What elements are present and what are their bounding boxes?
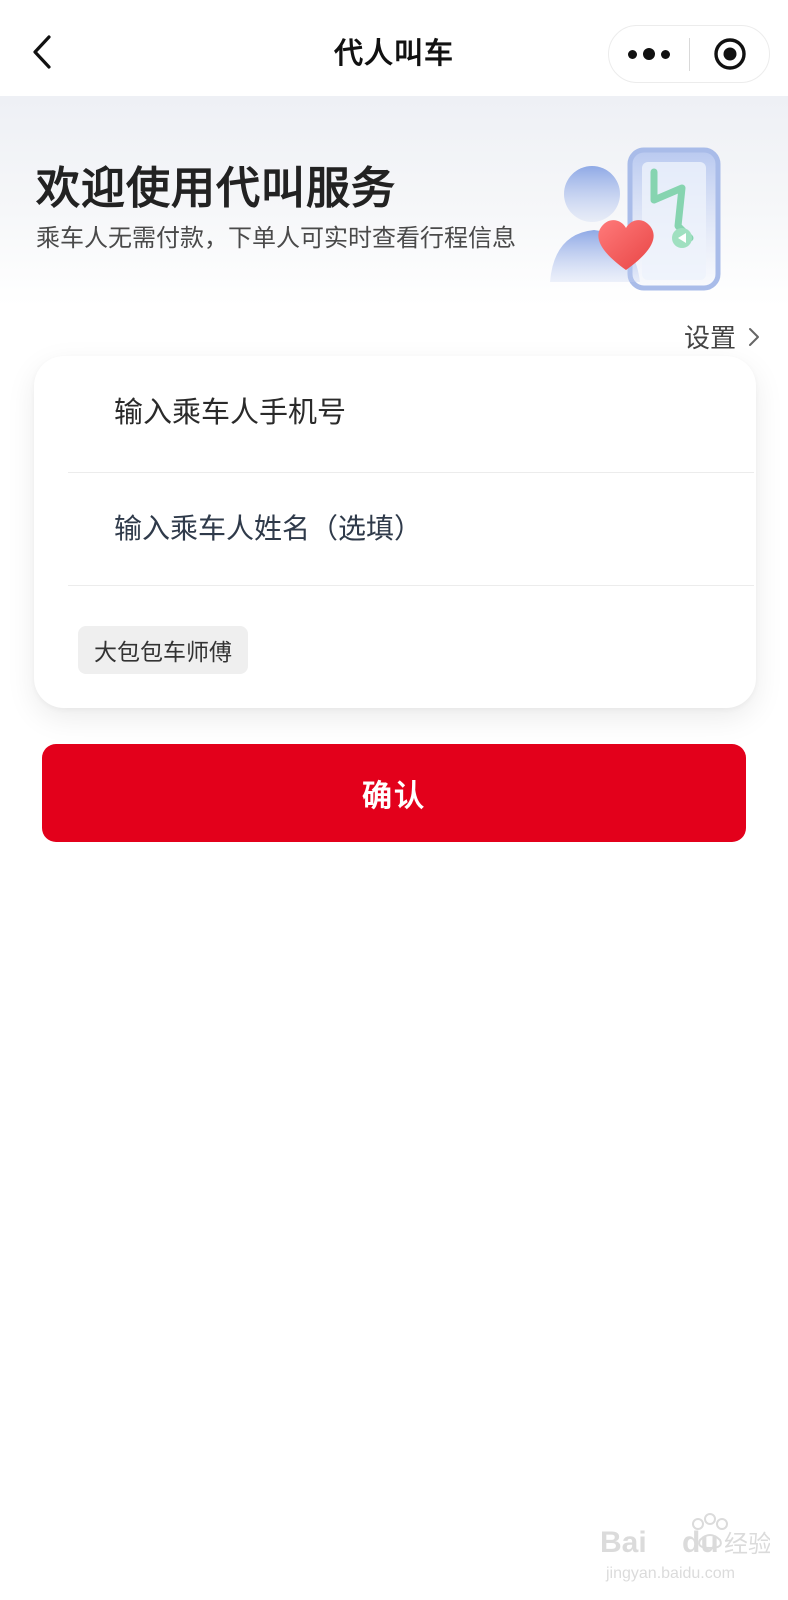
confirm-button[interactable]: 确认	[42, 744, 746, 842]
hero-subtitle: 乘车人无需付款，下单人可实时查看行程信息	[36, 224, 516, 252]
settings-label: 设置	[683, 324, 736, 354]
target-circle-icon	[714, 38, 746, 70]
passenger-phone-input[interactable]	[114, 356, 714, 468]
more-button[interactable]	[609, 26, 689, 82]
svg-text:经验: 经验	[724, 1530, 770, 1558]
person-heart-phone-illustration	[550, 147, 721, 291]
mini-program-capsule	[608, 25, 770, 83]
hero-title: 欢迎使用代叫服务	[36, 163, 396, 214]
svg-text:jingyan.baidu.com: jingyan.baidu.com	[605, 1565, 735, 1582]
more-dots-icon	[625, 48, 673, 60]
close-button[interactable]	[690, 26, 770, 82]
divider	[68, 585, 754, 586]
chevron-right-icon	[749, 327, 759, 346]
settings-link[interactable]: 设置	[684, 318, 760, 355]
navigation-bar: 代人叫车	[0, 0, 788, 96]
passenger-form-card: 大包包车师傅	[34, 356, 756, 708]
hero-banner: 欢迎使用代叫服务 乘车人无需付款，下单人可实时查看行程信息	[0, 96, 788, 306]
svg-text:du: du	[682, 1526, 719, 1559]
svg-text:Bai: Bai	[600, 1526, 647, 1559]
driver-tag[interactable]: 大包包车师傅	[78, 626, 248, 674]
name-field	[68, 472, 720, 584]
phone-field	[68, 356, 720, 468]
baidu-jingyan-watermark: Bai du 经验 jingyan.baidu.com	[600, 1513, 770, 1582]
passenger-name-input[interactable]	[114, 472, 714, 584]
